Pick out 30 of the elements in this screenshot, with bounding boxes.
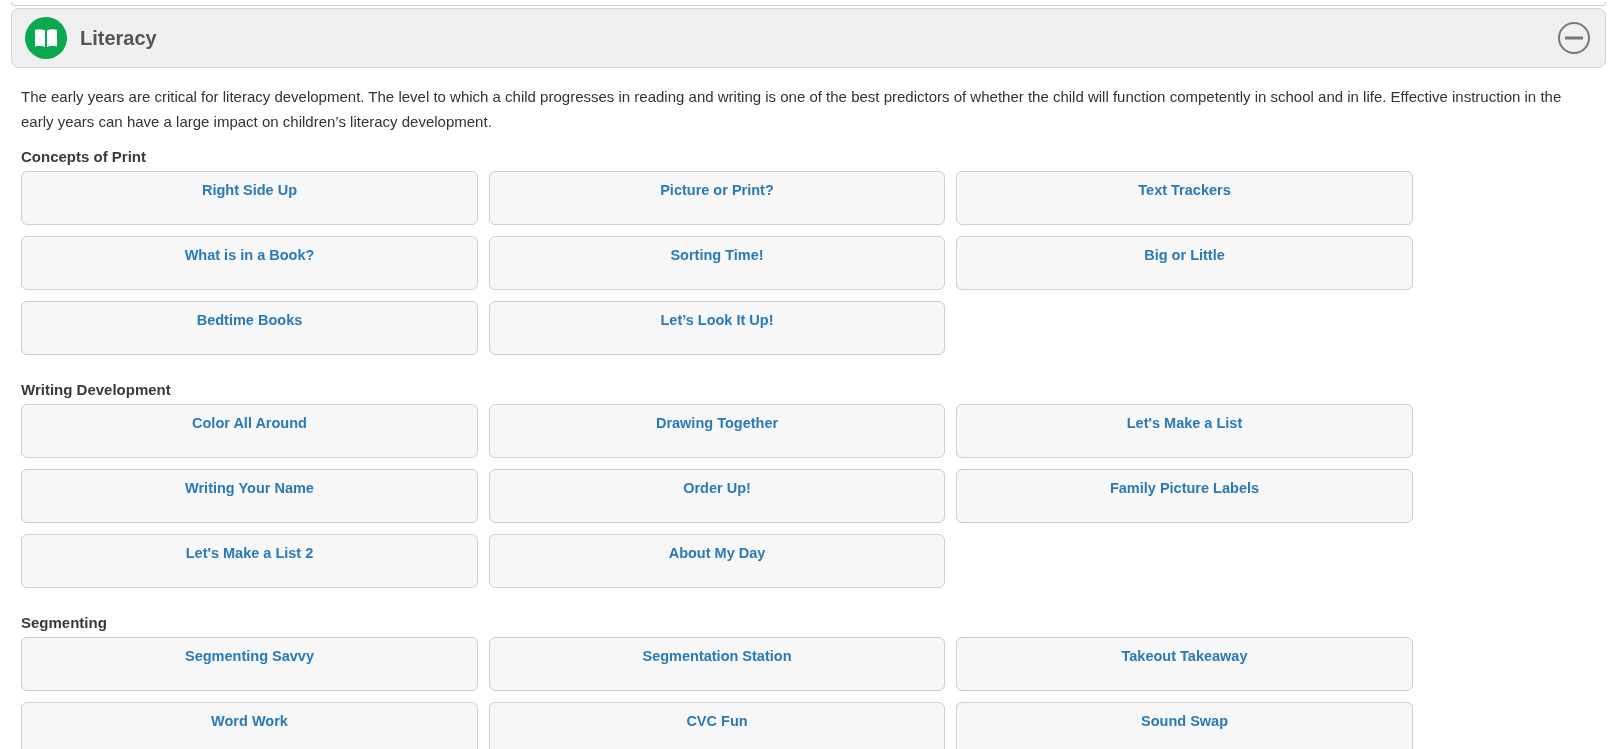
book-icon [25, 17, 67, 59]
activity-button[interactable]: Drawing Together [489, 404, 945, 458]
activity-button[interactable]: Big or Little [956, 236, 1413, 290]
activity-button[interactable]: Segmentation Station [489, 637, 945, 691]
section-heading: Segmenting [21, 613, 108, 633]
panel-header[interactable]: Literacy [11, 8, 1606, 68]
activity-button[interactable]: Word Work [21, 702, 478, 749]
activity-button[interactable]: Right Side Up [21, 171, 478, 225]
activity-button[interactable]: About My Day [489, 534, 945, 588]
activity-button[interactable]: Picture or Print? [489, 171, 945, 225]
section-heading: Concepts of Print [21, 147, 147, 167]
activity-button[interactable]: CVC Fun [489, 702, 945, 749]
panel-title: Literacy [80, 26, 157, 51]
section-heading: Writing Development [21, 380, 172, 400]
activity-button[interactable]: Text Trackers [956, 171, 1413, 225]
activity-button[interactable]: What is in a Book? [21, 236, 478, 290]
activity-button[interactable]: Let's Make a List [956, 404, 1413, 458]
activity-button[interactable]: Let's Make a List 2 [21, 534, 478, 588]
activity-button[interactable]: Let’s Look It Up! [489, 301, 945, 355]
activity-button[interactable]: Bedtime Books [21, 301, 478, 355]
activity-button[interactable]: Sorting Time! [489, 236, 945, 290]
activity-button[interactable]: Sound Swap [956, 702, 1413, 749]
activity-button[interactable]: Color All Around [21, 404, 478, 458]
activity-button[interactable]: Segmenting Savvy [21, 637, 478, 691]
description-text: The early years are critical for literacy development. The level to which a child progresses in reading and writing is one of the best predictors of whether the child will function competently in school and in life. Effective instruction in the early years can have a large impact on children’s literacy development. [21, 87, 1563, 132]
activity-button[interactable]: Family Picture Labels [956, 469, 1413, 523]
activity-button[interactable]: Order Up! [489, 469, 945, 523]
activity-button[interactable]: Writing Your Name [21, 469, 478, 523]
collapse-icon[interactable] [1557, 21, 1591, 55]
activity-button[interactable]: Takeout Takeaway [956, 637, 1413, 691]
